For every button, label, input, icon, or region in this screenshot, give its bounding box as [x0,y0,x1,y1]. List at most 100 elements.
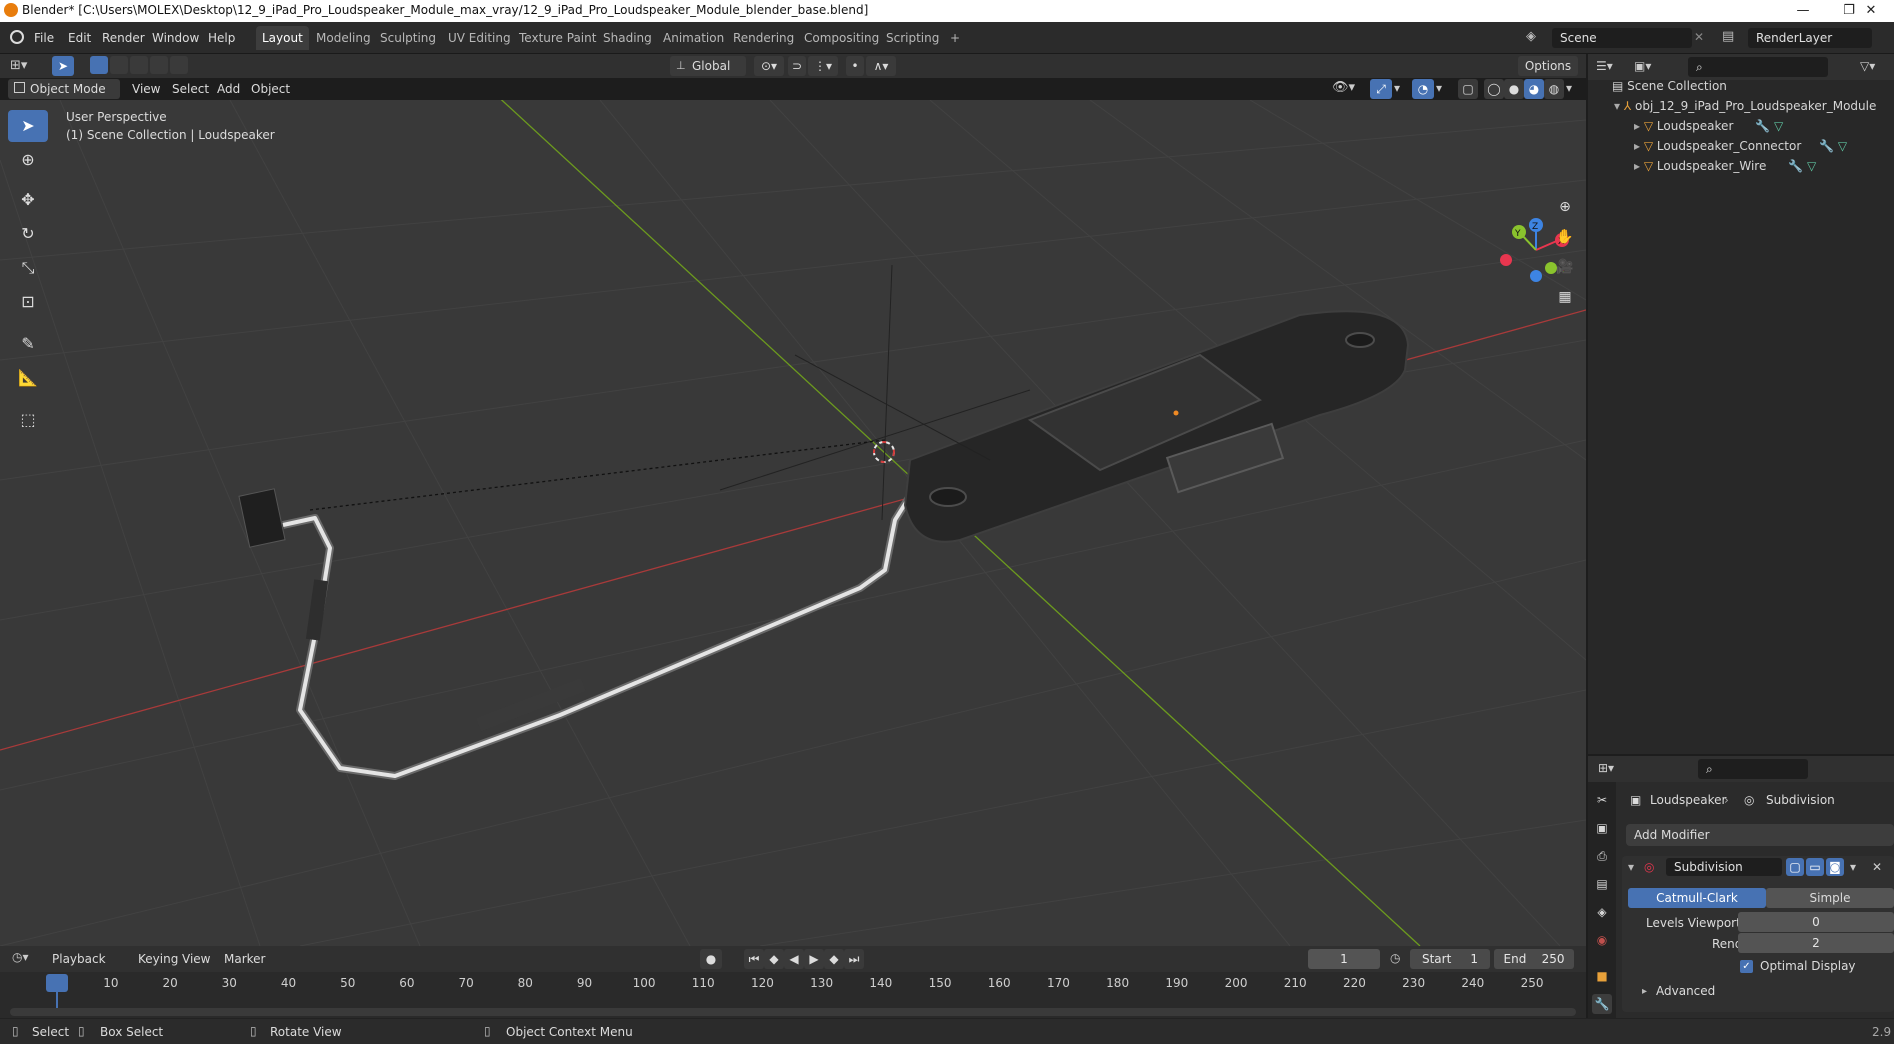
scene-close-icon[interactable]: ✕ [1694,30,1704,44]
minimize-button[interactable]: — [1780,0,1826,22]
editor-type-icon[interactable]: ⊞▾ [10,58,27,73]
rendered-shading-icon[interactable]: ◍ [1544,79,1564,99]
snap-toggle-icon[interactable]: ⊃ [788,56,806,76]
preview-range-icon[interactable]: ◷ [1390,951,1400,965]
select-tool-icon[interactable]: ➤ [8,110,48,142]
filter-icon[interactable]: ▽▾ [1860,59,1875,73]
add-workspace-button[interactable]: + [944,26,966,50]
current-frame-field[interactable]: 1 [1308,949,1380,969]
tab-animation[interactable]: Animation [657,26,730,50]
world-tab-icon[interactable]: ◉ [1592,930,1612,950]
panel-collapse-icon[interactable]: ▾ [1628,860,1634,874]
timeline-scrollbar[interactable] [10,1008,1576,1016]
playhead[interactable] [46,974,68,992]
tab-layout[interactable]: Layout [256,26,309,50]
outliner-item-loudspeaker-connector[interactable]: ▸ ▽ Loudspeaker_Connector 🔧 ▽ [1634,136,1847,156]
output-tab-icon[interactable]: ⎙ [1592,846,1612,866]
render-layer-selector[interactable]: RenderLayer [1748,28,1872,48]
scene-tab-icon[interactable]: ◈ [1592,902,1612,922]
rotate-tool-icon[interactable]: ↻ [8,218,48,250]
object-tab-icon[interactable]: ■ [1592,966,1612,986]
outliner-search-input[interactable]: ⌕ [1688,57,1828,77]
modifier-wrench-icon[interactable]: 🔧 [1819,139,1834,153]
modifier-tab-icon[interactable]: 🔧 [1592,994,1612,1014]
menu-keying[interactable]: Keying [138,952,178,966]
cursor-tool-icon[interactable]: ⊕ [8,144,48,176]
menu-playback[interactable]: Playback [52,952,106,966]
menu-help[interactable]: Help [208,29,235,47]
edit-mode-toggle-icon[interactable]: ▢ [1786,858,1804,876]
disclosure-expanded-icon[interactable]: ▾ [1614,99,1624,113]
tab-uv-editing[interactable]: UV Editing [442,26,517,50]
xray-toggle-icon[interactable]: ▢ [1458,79,1478,99]
next-keyframe-icon[interactable]: ◆ [824,949,844,969]
properties-editor-icon[interactable]: ⊞▾ [1598,761,1614,775]
menu-timeline-view[interactable]: View [182,952,210,966]
levels-viewport-field[interactable]: 0 [1738,912,1894,932]
zoom-view-icon[interactable]: ⊕ [1552,194,1578,220]
ortho-toggle-icon[interactable]: ▦ [1552,284,1578,310]
outliner-scene-collection[interactable]: ▤ Scene Collection [1612,76,1727,96]
box-select-invert-icon[interactable] [150,56,168,74]
outliner-editor-icon[interactable]: ☰▾ [1596,59,1613,73]
modifier-wrench-icon[interactable]: 🔧 [1755,119,1770,133]
display-mode-icon[interactable]: ▣▾ [1634,59,1651,73]
close-button[interactable]: ✕ [1848,0,1894,22]
modifier-menu-icon[interactable]: ▾ [1850,860,1856,874]
menu-object[interactable]: Object [251,82,290,96]
optimal-display-checkbox[interactable]: ✓ [1740,960,1753,973]
auto-keying-icon[interactable]: ● [700,949,722,969]
disclosure-collapsed-icon[interactable]: ▸ [1634,139,1644,153]
tab-shading[interactable]: Shading [597,26,658,50]
select-tool-icon[interactable]: ➤ [52,56,74,76]
tab-modeling[interactable]: Modeling [310,26,377,50]
measure-tool-icon[interactable]: 📐 [8,362,48,394]
outliner-item-loudspeaker[interactable]: ▸ ▽ Loudspeaker 🔧 ▽ [1634,116,1783,136]
outliner-collection[interactable]: ▾ ⅄ obj_12_9_iPad_Pro_Loudspeaker_Module [1614,96,1876,116]
add-modifier-button[interactable]: Add Modifier [1626,824,1894,846]
menu-add[interactable]: Add [217,82,240,96]
play-reverse-icon[interactable]: ◀ [784,949,804,969]
mesh-data-icon[interactable]: ▽ [1807,159,1816,173]
simple-option[interactable]: Simple [1766,888,1894,908]
render-tab-icon[interactable]: ▣ [1592,818,1612,838]
box-select-new-icon[interactable] [90,56,108,74]
pivot-point-icon[interactable]: ⊙▾ [754,56,784,76]
shading-dropdown-icon[interactable]: ▾ [1566,81,1572,95]
jump-start-icon[interactable]: ⏮ [744,949,764,969]
box-select-extend-icon[interactable] [110,56,128,74]
tool-tab-icon[interactable]: ✂ [1592,790,1612,810]
proportional-edit-icon[interactable]: • [846,56,864,76]
jump-end-icon[interactable]: ⏭ [844,949,864,969]
gizmo-toggle-icon[interactable]: ⤢ [1370,79,1392,99]
tab-sculpting[interactable]: Sculpting [374,26,442,50]
tab-scripting[interactable]: Scripting [880,26,945,50]
end-frame-field[interactable]: End 250 [1494,949,1574,969]
modifier-name-field[interactable]: Subdivision [1666,858,1782,876]
timeline-area[interactable]: 1102030405060708090100110120130140150160… [0,972,1586,1018]
visibility-icon[interactable]: 👁▾ [1332,80,1355,95]
menu-select[interactable]: Select [172,82,209,96]
scale-tool-icon[interactable]: ⤡ [8,252,48,284]
tab-texture-paint[interactable]: Texture Paint [513,26,602,50]
material-shading-icon[interactable]: ◕ [1524,79,1544,99]
menu-file[interactable]: File [34,29,54,47]
timeline-editor-icon[interactable]: ◷▾ [12,950,29,964]
scene-selector[interactable]: Scene [1552,28,1692,48]
box-select-intersect-icon[interactable] [170,56,188,74]
options-dropdown[interactable]: Options [1518,56,1578,76]
prev-keyframe-icon[interactable]: ◆ [764,949,784,969]
pan-view-icon[interactable]: ✋ [1552,224,1578,250]
render-levels-field[interactable]: 2 [1738,933,1894,953]
box-select-subtract-icon[interactable] [130,56,148,74]
add-cube-tool-icon[interactable]: ⬚ [8,404,48,436]
overlay-toggle-icon[interactable]: ◔ [1412,79,1434,99]
disclosure-collapsed-icon[interactable]: ▸ [1634,119,1644,133]
overlay-dropdown-icon[interactable]: ▾ [1436,81,1442,95]
transform-tool-icon[interactable]: ⊡ [8,286,48,318]
mesh-data-icon[interactable]: ▽ [1774,119,1783,133]
disclosure-collapsed-icon[interactable]: ▸ [1634,159,1644,173]
mesh-data-icon[interactable]: ▽ [1838,139,1847,153]
outliner-item-loudspeaker-wire[interactable]: ▸ ▽ Loudspeaker_Wire 🔧 ▽ [1634,156,1816,176]
play-icon[interactable]: ▶ [804,949,824,969]
